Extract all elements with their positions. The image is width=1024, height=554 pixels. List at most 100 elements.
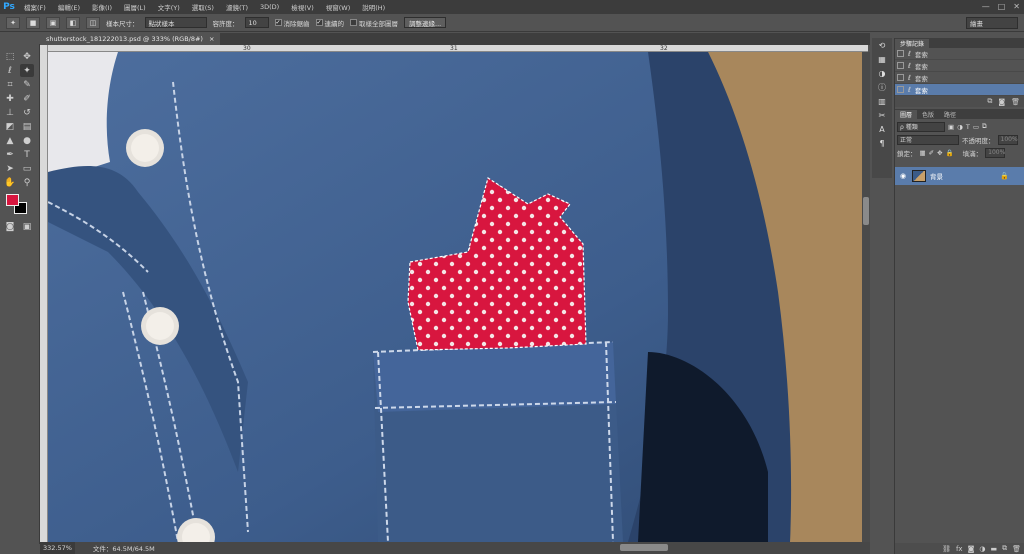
hand-tool-icon[interactable]: ✋ bbox=[3, 176, 17, 189]
menu-3d[interactable]: 3D(D) bbox=[254, 3, 285, 11]
new-group-icon[interactable]: ▬ bbox=[990, 545, 997, 553]
snapshot-icon[interactable]: ◙ bbox=[998, 98, 1005, 106]
tab-layers[interactable]: 圖層 bbox=[895, 110, 918, 119]
magic-wand-tool-icon[interactable]: ✦ bbox=[20, 64, 34, 77]
subtract-selection-icon[interactable]: ◧ bbox=[66, 16, 80, 29]
filter-smart-object-icon[interactable]: ⧉ bbox=[982, 122, 987, 131]
link-layers-icon[interactable]: ⛓ bbox=[942, 545, 951, 553]
magic-wand-preset-icon[interactable]: ✦ bbox=[6, 16, 20, 29]
history-row-current[interactable]: ℓ 套索 bbox=[895, 84, 1024, 96]
eyedropper-tool-icon[interactable]: ✎ bbox=[20, 78, 34, 91]
lock-image-icon[interactable]: ✐ bbox=[929, 149, 934, 157]
filter-shape-icon[interactable]: ▭ bbox=[973, 123, 979, 131]
zoom-tool-icon[interactable]: ⚲ bbox=[20, 176, 34, 189]
crop-tool-icon[interactable]: ⌗ bbox=[3, 78, 17, 91]
delete-layer-icon[interactable]: 🗑 bbox=[1012, 545, 1021, 553]
history-row[interactable]: ℓ 套索 bbox=[895, 48, 1024, 60]
history-row[interactable]: ℓ 套索 bbox=[895, 60, 1024, 72]
menu-filter[interactable]: 濾鏡(T) bbox=[220, 2, 254, 12]
adjustments-panel-icon[interactable]: ◑ bbox=[872, 66, 892, 80]
info-panel-icon[interactable]: ⓘ bbox=[872, 80, 892, 94]
new-layer-icon[interactable]: ⧉ bbox=[1002, 544, 1007, 553]
adjustment-layer-icon[interactable]: ◑ bbox=[979, 545, 985, 553]
history-row[interactable]: ℓ 套索 bbox=[895, 72, 1024, 84]
sample-all-layers-checkbox[interactable]: 取樣全部圖層 bbox=[350, 18, 398, 28]
menu-layer[interactable]: 圖層(L) bbox=[118, 2, 152, 12]
swatches-panel-icon[interactable]: ▥ bbox=[872, 94, 892, 108]
add-selection-icon[interactable]: ▣ bbox=[46, 16, 60, 29]
pen-tool-icon[interactable]: ✒ bbox=[3, 148, 17, 161]
layer-style-icon[interactable]: fx bbox=[956, 545, 963, 553]
workspace-select[interactable]: 繪畫 bbox=[966, 17, 1018, 29]
new-document-from-state-icon[interactable]: ⧉ bbox=[987, 97, 992, 106]
layer-row-background[interactable]: ◉ 背景 🔒 bbox=[895, 167, 1024, 185]
vertical-scrollbar[interactable] bbox=[862, 52, 870, 542]
brush-tool-icon[interactable]: ✐ bbox=[20, 92, 34, 105]
character-panel-icon[interactable]: A bbox=[872, 122, 892, 136]
horizontal-scroll-thumb[interactable] bbox=[620, 544, 668, 551]
intersect-selection-icon[interactable]: ◫ bbox=[86, 16, 100, 29]
menu-select[interactable]: 選取(S) bbox=[186, 2, 220, 12]
blend-mode-select[interactable]: 正常 bbox=[897, 134, 959, 145]
horizontal-ruler[interactable]: 30 31 32 bbox=[48, 45, 868, 52]
lock-transparent-icon[interactable]: ▦ bbox=[920, 149, 926, 157]
quick-mask-icon[interactable]: ◙ bbox=[3, 220, 17, 233]
path-selection-tool-icon[interactable]: ➤ bbox=[3, 162, 17, 175]
document-tab[interactable]: shutterstock_181222013.psd @ 333% (RGB/8… bbox=[40, 33, 221, 45]
menu-edit[interactable]: 編輯(E) bbox=[52, 2, 86, 12]
close-button[interactable]: ✕ bbox=[1013, 2, 1020, 11]
menu-file[interactable]: 檔案(F) bbox=[18, 2, 52, 12]
lock-all-icon[interactable]: 🔒 bbox=[946, 149, 954, 157]
opacity-input[interactable]: 100% bbox=[997, 134, 1018, 145]
gradient-tool-icon[interactable]: ▤ bbox=[20, 120, 34, 133]
tab-history[interactable]: 步驟記錄 bbox=[895, 39, 930, 48]
history-brush-source-icon[interactable] bbox=[897, 62, 904, 69]
tolerance-input[interactable]: 10 bbox=[244, 17, 269, 28]
new-selection-icon[interactable]: ■ bbox=[26, 16, 40, 29]
filter-type-icon[interactable]: T bbox=[966, 123, 970, 131]
add-mask-icon[interactable]: ◙ bbox=[968, 545, 975, 553]
lasso-tool-icon[interactable]: ℓ bbox=[3, 64, 17, 77]
paragraph-panel-icon[interactable]: ¶ bbox=[872, 136, 892, 150]
filter-pixel-icon[interactable]: ▣ bbox=[948, 123, 954, 131]
tab-channels[interactable]: 色版 bbox=[917, 110, 939, 119]
vertical-ruler[interactable] bbox=[40, 45, 48, 542]
document-size[interactable]: 文件：64.5M/64.5M bbox=[93, 543, 155, 553]
vertical-scroll-thumb[interactable] bbox=[863, 197, 869, 225]
close-tab-icon[interactable]: × bbox=[209, 35, 214, 43]
history-brush-source-icon[interactable] bbox=[897, 74, 904, 81]
menu-view[interactable]: 檢視(V) bbox=[285, 2, 320, 12]
zoom-level[interactable]: 332.57% bbox=[40, 542, 75, 554]
trash-icon[interactable]: 🗑 bbox=[1011, 98, 1020, 106]
screen-mode-icon[interactable]: ▣ bbox=[20, 220, 34, 233]
properties-panel-icon[interactable]: ▦ bbox=[872, 52, 892, 66]
contiguous-checkbox[interactable]: ✓ 連續的 bbox=[315, 18, 344, 28]
history-panel-icon[interactable]: ⟲ bbox=[872, 38, 892, 52]
lock-position-icon[interactable]: ✥ bbox=[937, 149, 942, 157]
marquee-tool-icon[interactable]: ⬚ bbox=[3, 50, 17, 63]
menu-help[interactable]: 說明(H) bbox=[356, 2, 391, 12]
dodge-tool-icon[interactable]: ● bbox=[20, 134, 34, 147]
maximize-button[interactable]: □ bbox=[998, 2, 1006, 11]
clone-stamp-tool-icon[interactable]: ⊥ bbox=[3, 106, 17, 119]
history-brush-tool-icon[interactable]: ↺ bbox=[20, 106, 34, 119]
history-brush-source-icon[interactable] bbox=[897, 50, 904, 57]
eye-icon[interactable]: ◉ bbox=[900, 172, 908, 180]
fill-input[interactable]: 100% bbox=[985, 147, 1005, 158]
menu-window[interactable]: 視窗(W) bbox=[320, 2, 357, 12]
refine-edge-button[interactable]: 調整邊緣... bbox=[404, 17, 447, 28]
minimize-button[interactable]: — bbox=[982, 2, 990, 11]
tools-preset-icon[interactable]: ✂ bbox=[872, 108, 892, 122]
rectangle-tool-icon[interactable]: ▭ bbox=[20, 162, 34, 175]
layer-filter-select[interactable]: ρ 種類 bbox=[897, 121, 945, 132]
sample-size-select[interactable]: 點狀樣本 bbox=[144, 17, 207, 28]
layer-name[interactable]: 背景 bbox=[930, 171, 943, 181]
move-tool-icon[interactable]: ✥ bbox=[20, 50, 34, 63]
antialias-checkbox[interactable]: ✓ 消除鋸齒 bbox=[274, 18, 310, 28]
tab-paths[interactable]: 路徑 bbox=[939, 110, 961, 119]
menu-type[interactable]: 文字(Y) bbox=[152, 2, 186, 12]
foreground-color-swatch[interactable] bbox=[6, 194, 19, 206]
filter-adjustment-icon[interactable]: ◑ bbox=[957, 123, 963, 131]
document-canvas[interactable] bbox=[48, 52, 862, 542]
history-brush-source-icon[interactable] bbox=[897, 86, 904, 93]
